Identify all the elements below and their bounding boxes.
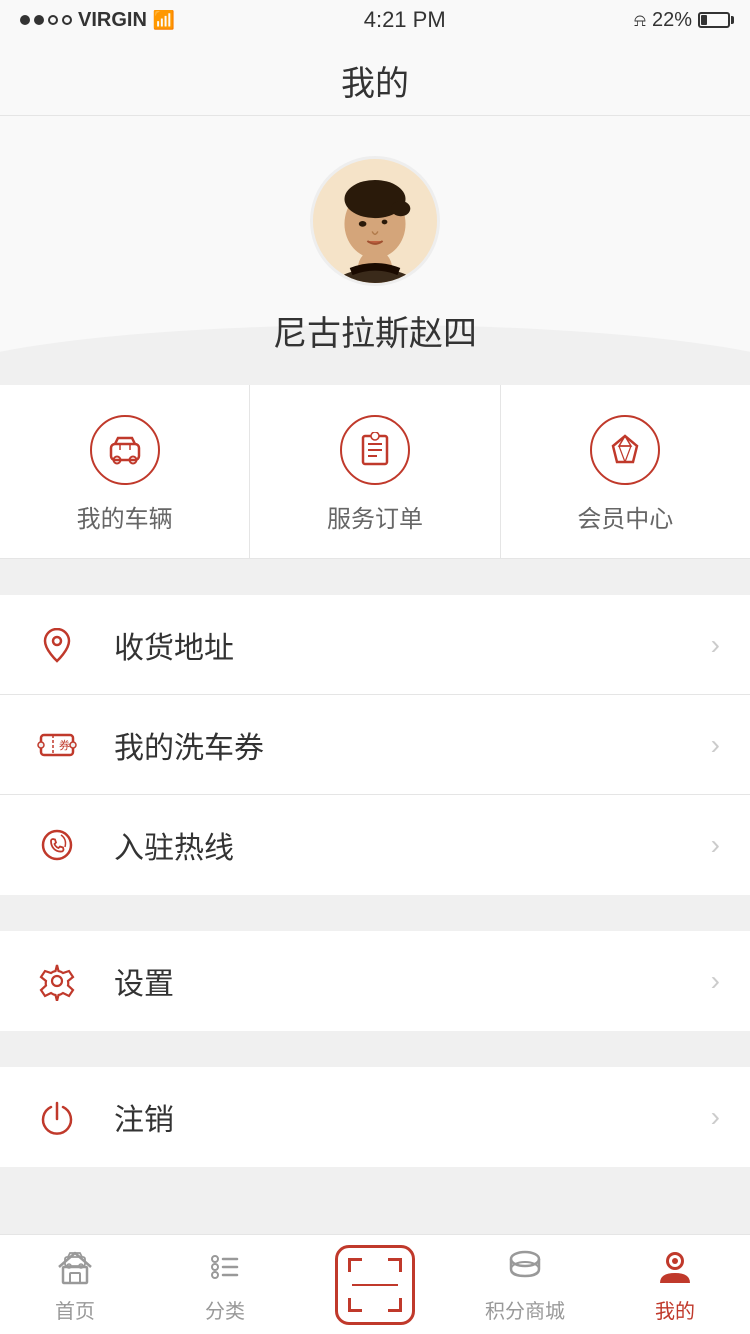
member-center-label: 会员中心 <box>577 499 673 534</box>
home-icon <box>53 1245 97 1289</box>
car-wash-coupon-label: 我的洗车券 <box>114 723 711 767</box>
status-time: 4:21 PM <box>364 7 446 33</box>
status-bar: VIRGIN 📶 4:21 PM ⍾ 22% <box>0 0 750 40</box>
quick-action-service-order[interactable]: 服务订单 <box>250 385 500 558</box>
menu-section-3: 注销 › <box>0 1067 750 1167</box>
logout-arrow: › <box>711 1101 720 1133</box>
quick-action-member-center[interactable]: 会员中心 <box>501 385 750 558</box>
menu-separator-3 <box>0 1031 750 1049</box>
my-vehicle-label: 我的车辆 <box>77 499 173 534</box>
tab-category[interactable]: 分类 <box>150 1235 300 1334</box>
bottom-spacer <box>0 1167 750 1185</box>
address-arrow: › <box>711 629 720 661</box>
battery-icon <box>698 12 730 28</box>
battery-percent: 22% <box>652 9 692 32</box>
settings-icon <box>30 954 84 1008</box>
dot2 <box>34 15 44 25</box>
status-left: VIRGIN 📶 <box>20 9 175 32</box>
phone-icon <box>30 818 84 872</box>
menu-section-1: 收货地址 › 券 我的洗车券 › <box>0 595 750 895</box>
service-order-label: 服务订单 <box>327 499 423 534</box>
points-mall-tab-label: 积分商城 <box>485 1295 565 1324</box>
menu-separator-1 <box>0 559 750 577</box>
coupon-icon: 券 <box>30 718 84 772</box>
dot3 <box>48 15 58 25</box>
settings-label: 设置 <box>114 959 711 1003</box>
scanner-corner-tr <box>388 1258 402 1272</box>
category-icon <box>203 1245 247 1289</box>
dot1 <box>20 15 30 25</box>
quick-action-my-vehicle[interactable]: 我的车辆 <box>0 385 250 558</box>
scanner-corner-br <box>388 1298 402 1312</box>
svg-text:券: 券 <box>59 738 70 752</box>
mine-tab-label: 我的 <box>655 1295 695 1324</box>
menu-separator-2 <box>0 895 750 913</box>
dot4 <box>62 15 72 25</box>
points-icon <box>503 1245 547 1289</box>
scanner-inner <box>348 1258 402 1312</box>
page-header: 我的 <box>0 40 750 116</box>
menu-item-hotline[interactable]: 入驻热线 › <box>0 795 750 895</box>
menu-item-address[interactable]: 收货地址 › <box>0 595 750 695</box>
carrier-label: VIRGIN <box>78 9 147 32</box>
tab-bar: 首页 分类 <box>0 1234 750 1334</box>
scanner-corner-bl <box>348 1298 362 1312</box>
avatar-svg <box>313 156 437 286</box>
avatar[interactable] <box>310 156 440 286</box>
location-icon <box>30 618 84 672</box>
menu-section-2: 设置 › <box>0 931 750 1031</box>
wifi-icon: 📶 <box>153 10 175 31</box>
menu-item-logout[interactable]: 注销 › <box>0 1067 750 1167</box>
tab-points-mall[interactable]: 积分商城 <box>450 1235 600 1334</box>
power-icon <box>30 1090 84 1144</box>
scanner-corner-tl <box>348 1258 362 1272</box>
hotline-label: 入驻热线 <box>114 823 711 867</box>
tab-home[interactable]: 首页 <box>0 1235 150 1334</box>
bluetooth-icon: ⍾ <box>634 10 646 31</box>
status-right: ⍾ 22% <box>634 9 730 32</box>
menu-item-car-wash-coupon[interactable]: 券 我的洗车券 › <box>0 695 750 795</box>
tab-scanner[interactable] <box>300 1235 450 1334</box>
coupon-arrow: › <box>711 729 720 761</box>
car-icon <box>90 415 160 485</box>
profile-name: 尼古拉斯赵四 <box>273 306 477 355</box>
settings-arrow: › <box>711 965 720 997</box>
address-label: 收货地址 <box>114 623 711 667</box>
home-tab-label: 首页 <box>55 1295 95 1324</box>
quick-actions: 我的车辆 服务订单 <box>0 385 750 559</box>
scanner-icon <box>335 1245 415 1325</box>
order-icon <box>340 415 410 485</box>
mine-icon <box>653 1245 697 1289</box>
page-content: VIRGIN 📶 4:21 PM ⍾ 22% 我的 <box>0 0 750 1295</box>
signal-dots <box>20 15 72 25</box>
logout-label: 注销 <box>114 1095 711 1139</box>
tab-mine[interactable]: 我的 <box>600 1235 750 1334</box>
menu-item-settings[interactable]: 设置 › <box>0 931 750 1031</box>
battery-fill <box>701 15 707 25</box>
diamond-icon <box>590 415 660 485</box>
page-title: 我的 <box>341 65 409 103</box>
category-tab-label: 分类 <box>205 1295 245 1324</box>
profile-section: 尼古拉斯赵四 <box>0 116 750 385</box>
hotline-arrow: › <box>711 829 720 861</box>
scanner-line <box>352 1284 398 1286</box>
